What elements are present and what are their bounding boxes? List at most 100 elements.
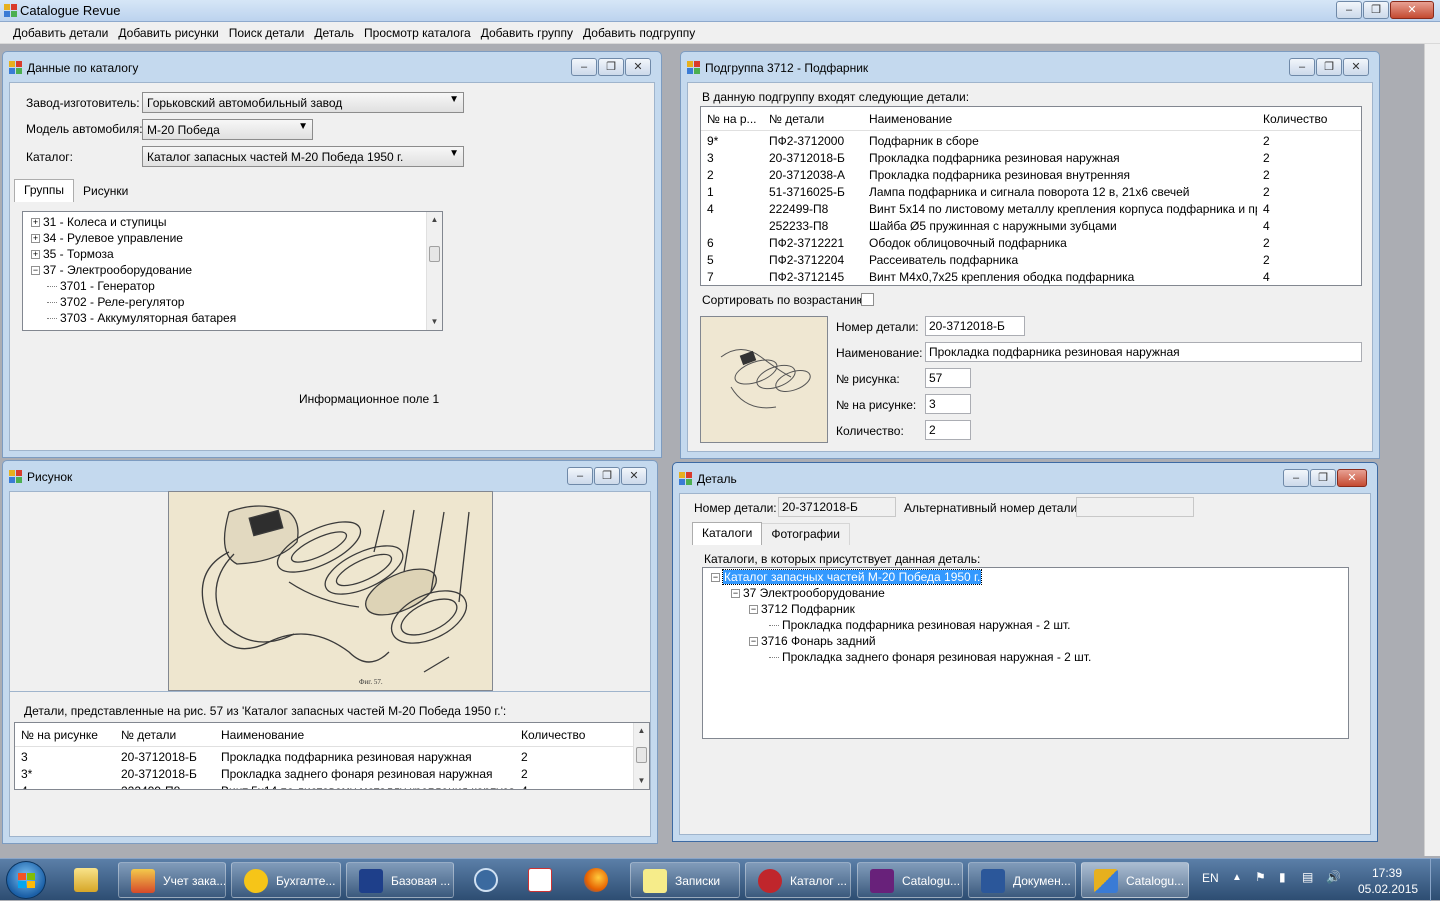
taskbar-button[interactable]: Каталог ... [745, 862, 851, 898]
scroll-thumb[interactable] [429, 246, 440, 262]
quantity-field[interactable]: 2 [925, 420, 971, 440]
taskbar-button[interactable]: Бухгалте... [231, 862, 341, 898]
name-field[interactable]: Прокладка подфарника резиновая наружная [925, 342, 1362, 362]
tab-pictures[interactable]: Рисунки [72, 180, 139, 202]
app-pin[interactable] [460, 862, 514, 898]
menu-add-group[interactable]: Добавить группу [476, 22, 578, 43]
tree-node[interactable]: − Каталог запасных частей М-20 Победа 195… [711, 569, 983, 585]
close-button[interactable]: ✕ [1390, 1, 1434, 19]
taskbar-button[interactable]: Учет зака... [118, 862, 226, 898]
device-icon[interactable]: ▮ [1279, 870, 1286, 884]
restore-button[interactable]: ❐ [598, 58, 624, 76]
figure-parts-grid[interactable]: № на рисунке № детали Наименование Колич… [14, 722, 650, 790]
tree-node[interactable]: 3703 - Аккумуляторная батарея [47, 311, 236, 325]
scroll-up-icon[interactable]: ▲ [427, 212, 442, 228]
tab-groups[interactable]: Группы [14, 179, 74, 202]
menu-view-catalog[interactable]: Просмотр каталога [359, 22, 476, 43]
taskbar-button-active[interactable]: Catalogu... [1081, 862, 1189, 898]
language-indicator[interactable]: EN [1202, 871, 1219, 885]
figure-image[interactable]: Фиг. 57. [168, 491, 493, 691]
tree-node[interactable]: 3701 - Генератор [47, 279, 155, 293]
close-button[interactable]: ✕ [1337, 469, 1367, 487]
taskbar-button[interactable]: Catalogu... [857, 862, 963, 898]
tree-node[interactable]: −37 Электрооборудование [731, 586, 885, 600]
alt-part-no-field[interactable] [1076, 497, 1194, 517]
column-header[interactable]: № на р... [707, 112, 757, 126]
part-thumbnail[interactable] [700, 316, 828, 443]
tree-node[interactable]: +35 - Тормоза [31, 247, 114, 261]
column-header[interactable]: Количество [1263, 112, 1327, 126]
close-button[interactable]: ✕ [1343, 58, 1369, 76]
position-field[interactable]: 3 [925, 394, 971, 414]
column-header[interactable]: Наименование [869, 112, 952, 126]
sort-checkbox[interactable] [861, 293, 874, 306]
column-header[interactable]: Количество [521, 728, 585, 742]
model-select[interactable]: М-20 Победа ▼ [142, 119, 313, 140]
taskbar-button[interactable]: Записки [630, 862, 740, 898]
app-pin[interactable] [514, 862, 568, 898]
scroll-thumb[interactable] [636, 747, 647, 763]
tree-node[interactable]: Прокладка подфарника резиновая наружная … [769, 618, 1070, 632]
firefox-pin[interactable] [570, 862, 624, 898]
show-desktop-button[interactable] [1430, 859, 1440, 901]
table-row[interactable]: 1 51-3716025-Б Лампа подфарника и сигнала … [701, 184, 1361, 201]
taskbar-button[interactable]: Докумен... [968, 862, 1076, 898]
close-button[interactable]: ✕ [621, 467, 647, 485]
minimize-button[interactable]: – [571, 58, 597, 76]
workspace-scrollbar[interactable] [1424, 44, 1440, 856]
tree-node[interactable]: 3702 - Реле-регулятор [47, 295, 184, 309]
table-row[interactable]: 4 222499-П8 Винт 5х14 по листовому металлу… [15, 783, 649, 789]
taskbar-button[interactable]: Базовая ... [346, 862, 454, 898]
menu-find-part[interactable]: Поиск детали [224, 22, 310, 43]
table-row[interactable]: 2 20-3712038-А Прокладка подфарника резино… [701, 167, 1361, 184]
restore-button[interactable]: ❐ [594, 467, 620, 485]
tree-node[interactable]: +34 - Рулевое управление [31, 231, 183, 245]
column-header[interactable]: № на рисунке [21, 728, 98, 742]
table-row[interactable]: 252233-П8 Шайба Ø5 пружинная с наружными … [701, 218, 1361, 235]
tree-scrollbar[interactable]: ▲ ▼ [426, 212, 442, 330]
catalog-select[interactable]: Каталог запасных частей М-20 Победа 1950… [142, 146, 464, 167]
tab-catalogs[interactable]: Каталоги [692, 522, 763, 545]
menu-add-parts[interactable]: Добавить детали [8, 22, 113, 43]
detail-part-no-field[interactable]: 20-3712018-Б [778, 497, 896, 517]
tab-photos[interactable]: Фотографии [761, 523, 850, 545]
tree-node[interactable]: −37 - Электрооборудование [31, 263, 192, 277]
manufacturer-select[interactable]: Горьковский автомобильный завод ▼ [142, 92, 464, 113]
column-header[interactable]: Наименование [221, 728, 304, 742]
chevron-up-icon[interactable]: ▲ [1232, 872, 1242, 883]
table-row[interactable]: 3* 20-3712018-Б Прокладка заднего фонаря р… [15, 766, 649, 783]
table-row[interactable]: 3 20-3712018-Б Прокладка подфарника резино… [701, 150, 1361, 167]
flag-icon[interactable]: ⚑ [1255, 870, 1266, 884]
restore-button[interactable]: ❐ [1310, 469, 1336, 487]
clock-date[interactable]: 05.02.2015 [1358, 882, 1418, 896]
minimize-button[interactable]: – [1336, 1, 1362, 19]
catalogs-tree[interactable]: − Каталог запасных частей М-20 Победа 195… [702, 567, 1349, 739]
scroll-down-icon[interactable]: ▼ [634, 773, 649, 789]
start-button[interactable] [6, 861, 46, 899]
table-row[interactable]: 7 ПФ2-3712145 Винт М4х0,7х25 крепления обо… [701, 269, 1361, 285]
explorer-pin[interactable] [60, 862, 114, 898]
table-row[interactable]: 5 ПФ2-3712204 Рассеиватель подфарника 2 [701, 252, 1361, 269]
tree-node[interactable]: −3712 Подфарник [749, 602, 855, 616]
table-row[interactable]: 4 222499-П8 Винт 5х14 по листовому металлу… [701, 201, 1361, 218]
menu-add-subgroup[interactable]: Добавить подгруппу [578, 22, 700, 43]
menu-add-pictures[interactable]: Добавить рисунки [113, 22, 223, 43]
groups-tree[interactable]: +31 - Колеса и ступицы +34 - Рулевое упр… [22, 211, 443, 331]
column-header[interactable]: № детали [769, 112, 824, 126]
clock-time[interactable]: 17:39 [1372, 866, 1402, 880]
minimize-button[interactable]: – [1289, 58, 1315, 76]
restore-button[interactable]: ❐ [1363, 1, 1389, 19]
table-row[interactable]: 3 20-3712018-Б Прокладка подфарника резино… [15, 749, 649, 766]
subgroup-parts-grid[interactable]: № на р... № детали Наименование Количест… [700, 106, 1362, 286]
scroll-down-icon[interactable]: ▼ [427, 314, 442, 330]
network-icon[interactable]: ▤ [1302, 870, 1313, 884]
volume-icon[interactable]: 🔊 [1326, 870, 1341, 884]
tree-node[interactable]: Прокладка заднего фонаря резиновая наруж… [769, 650, 1091, 664]
table-row[interactable]: 6 ПФ2-3712221 Ободок облицовочный подфарни… [701, 235, 1361, 252]
minimize-button[interactable]: – [1283, 469, 1309, 487]
part-no-field[interactable]: 20-3712018-Б [925, 316, 1025, 336]
tree-node[interactable]: −3716 Фонарь задний [749, 634, 876, 648]
menu-part[interactable]: Деталь [309, 22, 359, 43]
scroll-up-icon[interactable]: ▲ [634, 723, 649, 739]
tree-node[interactable]: +31 - Колеса и ступицы [31, 215, 166, 229]
